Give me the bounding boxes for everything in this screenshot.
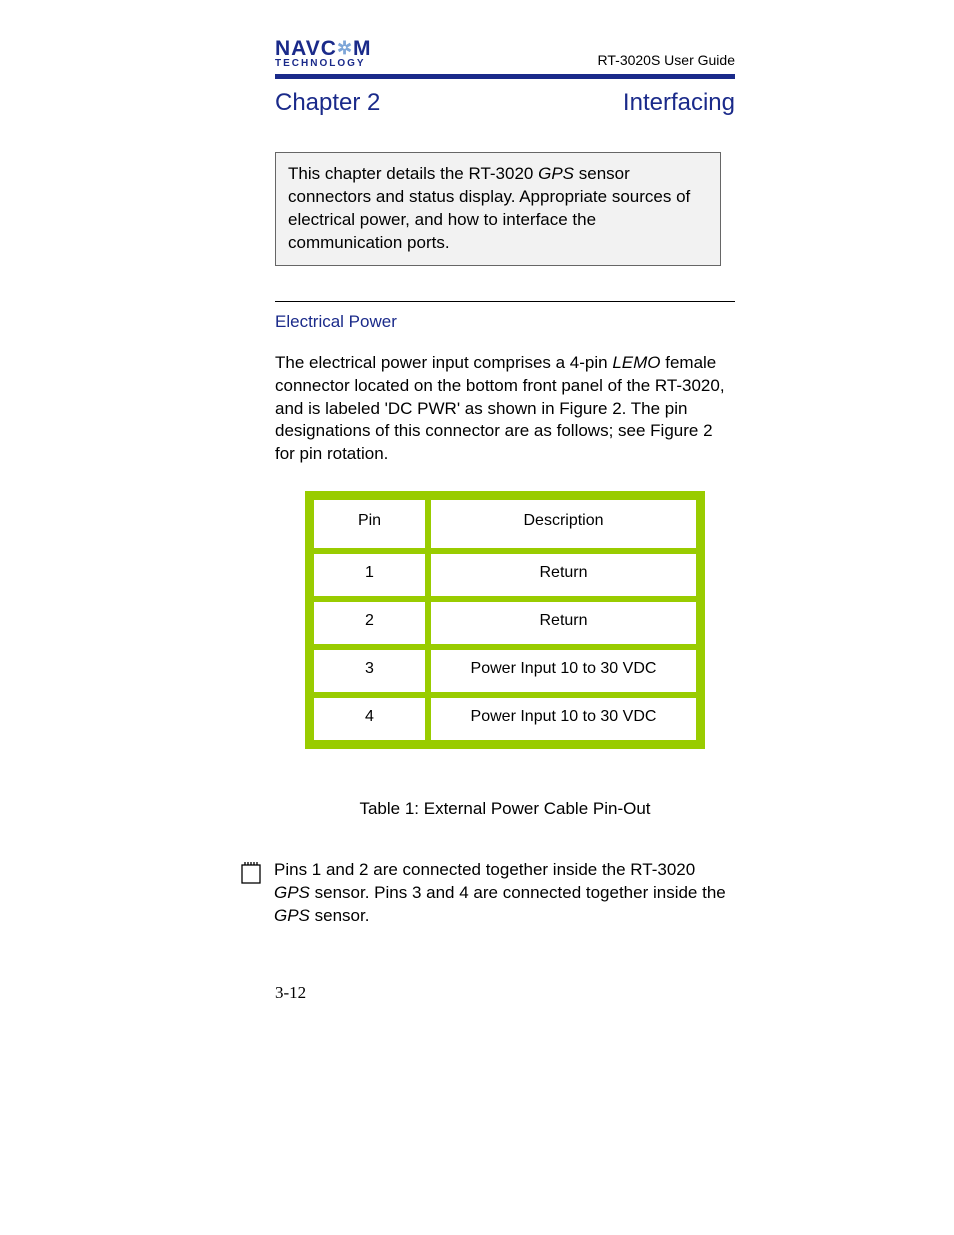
- gear-icon: ✲: [337, 40, 353, 56]
- note-row: Pins 1 and 2 are connected together insi…: [240, 859, 735, 928]
- header-divider: [275, 74, 735, 79]
- table-header-row: Pin Description: [311, 497, 699, 551]
- cell-desc: Return: [428, 599, 699, 647]
- table-row: 4 Power Input 10 to 30 VDC: [311, 695, 699, 743]
- logo-subtext: TECHNOLOGY: [275, 59, 372, 68]
- note-icon: [240, 861, 262, 890]
- intro-box: This chapter details the RT-3020 GPS sen…: [275, 152, 721, 266]
- cell-desc: Power Input 10 to 30 VDC: [428, 647, 699, 695]
- table-row: 1 Return: [311, 551, 699, 599]
- page-number: 3-12: [275, 983, 735, 1003]
- cell-desc: Return: [428, 551, 699, 599]
- logo-line1: NAVC✲M: [275, 40, 372, 59]
- note-p3: sensor.: [310, 906, 370, 925]
- page-content: NAVC✲M TECHNOLOGY RT-3020S User Guide Ch…: [275, 40, 735, 1003]
- guide-label: RT-3020S User Guide: [598, 52, 735, 68]
- navcom-logo: NAVC✲M TECHNOLOGY: [275, 40, 372, 68]
- note-p1: Pins 1 and 2 are connected together insi…: [274, 860, 695, 879]
- body-paragraph: The electrical power input comprises a 4…: [275, 352, 735, 467]
- header-pin: Pin: [311, 497, 428, 551]
- logo-text-left: NAVC: [275, 37, 337, 60]
- header-desc: Description: [428, 497, 699, 551]
- page-header: NAVC✲M TECHNOLOGY RT-3020S User Guide: [275, 40, 735, 68]
- chapter-number: Chapter 2: [275, 89, 380, 117]
- body-italic: LEMO: [612, 353, 660, 372]
- note-text: Pins 1 and 2 are connected together insi…: [274, 859, 735, 928]
- note-i1: GPS: [274, 883, 310, 902]
- cell-pin: 4: [311, 695, 428, 743]
- note-p2: sensor. Pins 3 and 4 are connected toget…: [310, 883, 726, 902]
- section-title: Electrical Power: [275, 312, 735, 332]
- body-pre: The electrical power input comprises a 4…: [275, 353, 612, 372]
- table-row: 2 Return: [311, 599, 699, 647]
- cell-pin: 3: [311, 647, 428, 695]
- chapter-heading: Chapter 2 Interfacing: [275, 89, 735, 117]
- note-i2: GPS: [274, 906, 310, 925]
- intro-italic: GPS: [538, 164, 574, 183]
- chapter-title: Interfacing: [623, 89, 735, 117]
- pin-table: Pin Description 1 Return 2 Return 3 Powe…: [305, 491, 705, 749]
- section-rule: [275, 301, 735, 302]
- cell-pin: 1: [311, 551, 428, 599]
- table-row: 3 Power Input 10 to 30 VDC: [311, 647, 699, 695]
- cell-desc: Power Input 10 to 30 VDC: [428, 695, 699, 743]
- logo-text-right: M: [353, 37, 372, 60]
- table-caption: Table 1: External Power Cable Pin-Out: [275, 799, 735, 819]
- intro-pre: This chapter details the RT-3020: [288, 164, 538, 183]
- cell-pin: 2: [311, 599, 428, 647]
